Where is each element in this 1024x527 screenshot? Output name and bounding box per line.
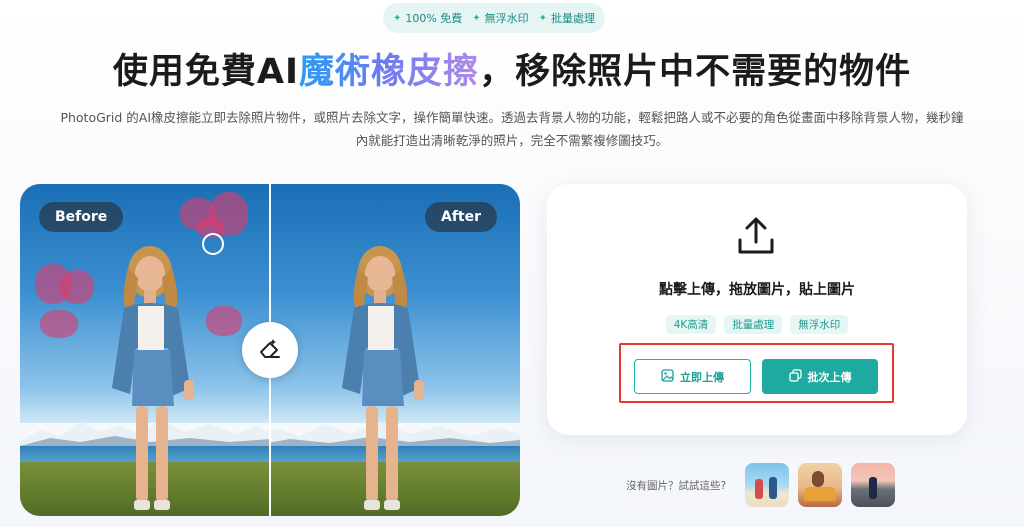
- image-icon: [661, 368, 674, 385]
- erase-mask: [40, 310, 78, 338]
- erase-mask: [60, 270, 94, 304]
- badge-free: ✦ 100% 免費: [393, 10, 462, 26]
- badge-no-watermark: ✦ 無浮水印: [472, 10, 528, 26]
- upload-dropzone[interactable]: 點擊上傳，拖放圖片，貼上圖片 4K高清 批量處理 無浮水印 立即上傳 批次上傳: [547, 184, 967, 435]
- sparkle-icon: ✦: [392, 12, 402, 24]
- upload-icon: [732, 212, 780, 260]
- sample-thumbnail-car[interactable]: [798, 463, 843, 507]
- batch-upload-label: 批次上傳: [807, 370, 852, 384]
- badge-batch: ✦ 批量處理: [539, 10, 595, 26]
- feature-chip: 無浮水印: [790, 315, 849, 334]
- upload-now-label: 立即上傳: [680, 370, 724, 384]
- title-highlight: 魔術橡皮擦: [299, 52, 480, 92]
- feature-chip: 批量處理: [724, 315, 783, 334]
- upload-now-button[interactable]: 立即上傳: [634, 359, 751, 394]
- sparkle-icon: ✦: [472, 12, 481, 24]
- badge-label: 100% 免費: [405, 12, 463, 25]
- after-label: After: [425, 202, 498, 232]
- title-prefix: 使用免費AI: [112, 52, 300, 92]
- upload-feature-chips: 4K高清 批量處理 無浮水印: [547, 315, 967, 334]
- badge-label: 無浮水印: [484, 12, 529, 25]
- compare-slider-handle[interactable]: [242, 322, 298, 378]
- after-image: [270, 184, 520, 516]
- feature-chip: 4K高清: [665, 315, 717, 334]
- before-label: Before: [39, 202, 124, 232]
- upload-prompt: 點擊上傳，拖放圖片，貼上圖片: [659, 282, 855, 298]
- copy-icon: [788, 368, 802, 385]
- sample-thumbnail-road[interactable]: [851, 463, 896, 507]
- batch-upload-button[interactable]: 批次上傳: [762, 359, 878, 394]
- description-line: PhotoGrid 的AI橡皮擦能立即去除照片物件，或照片去除文字，操作簡單快速…: [60, 110, 964, 125]
- brush-cursor: [202, 233, 224, 255]
- page-title: 使用免費AI魔術橡皮擦，移除照片中不需要的物件: [0, 43, 1024, 94]
- eraser-icon: [257, 335, 283, 365]
- samples-label: 沒有圖片？試試這些?: [626, 479, 727, 492]
- erase-mask: [206, 306, 242, 336]
- sparkle-icon: ✦: [538, 12, 548, 24]
- badge-label: 批量處理: [551, 12, 596, 25]
- sample-thumbnail-beach[interactable]: [745, 463, 790, 507]
- before-after-comparison[interactable]: Before After: [20, 184, 520, 516]
- title-suffix: ，移除照片中不需要的物件: [479, 52, 912, 92]
- before-image: [20, 184, 270, 516]
- page-description: PhotoGrid 的AI橡皮擦能立即去除照片物件，或照片去除文字，操作簡單快速…: [20, 106, 1004, 152]
- sample-images: 沒有圖片？試試這些?: [626, 463, 896, 507]
- feature-badges: ✦ 100% 免費 ✦ 無浮水印 ✦ 批量處理: [383, 3, 605, 33]
- description-line: 內就能打造出清晰乾淨的照片，完全不需繁複修圖技巧。: [355, 133, 669, 148]
